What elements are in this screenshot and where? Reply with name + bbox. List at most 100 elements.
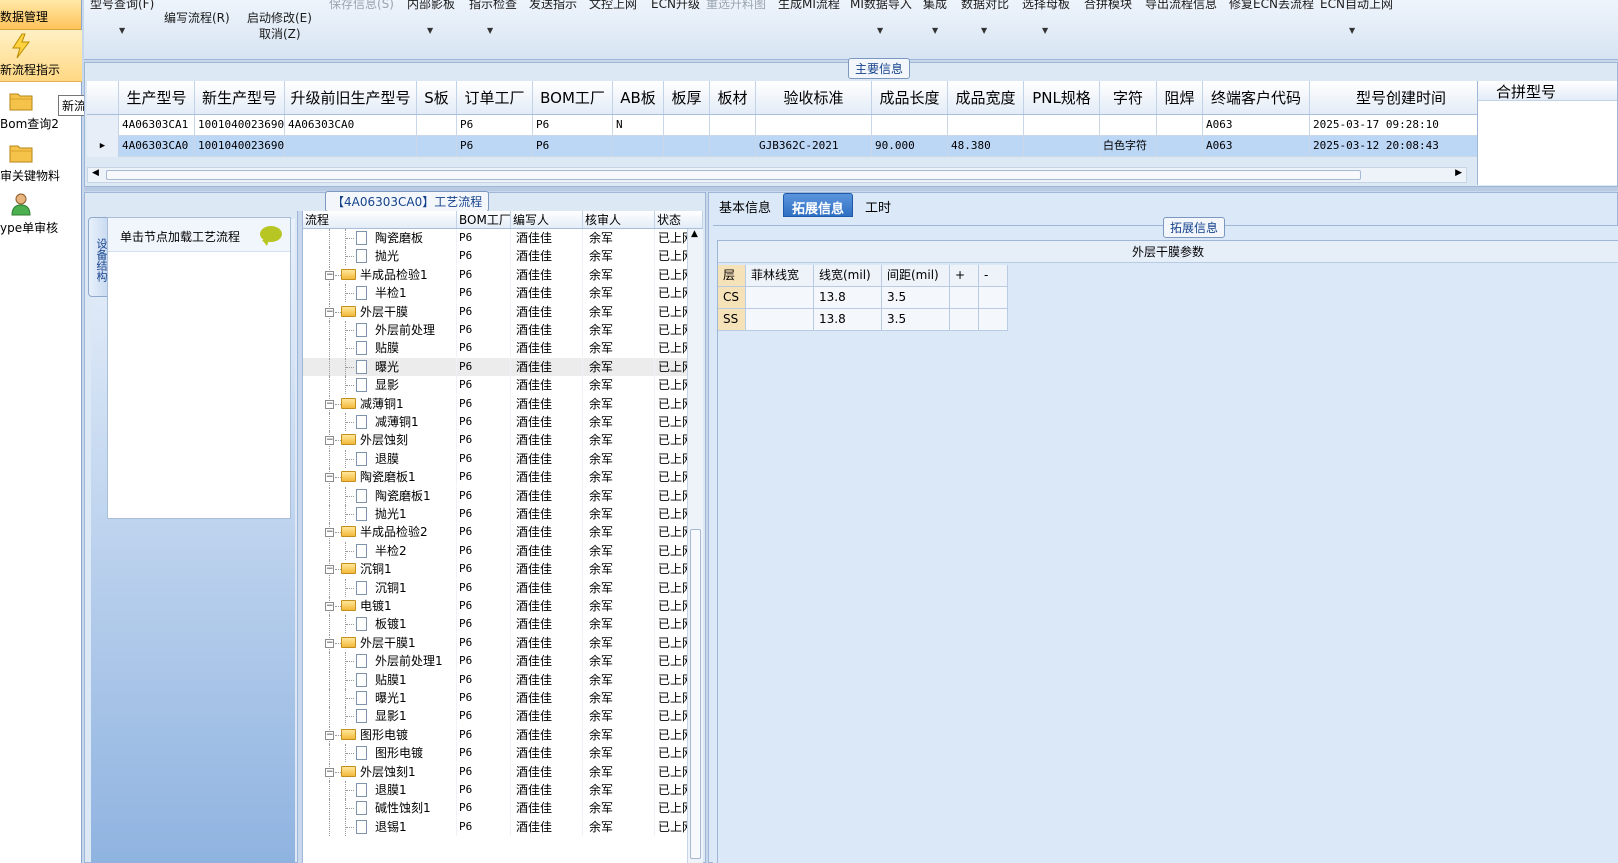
cell[interactable]: 酒佳佳 xyxy=(511,247,583,266)
tree-node[interactable]: − 电镀1 xyxy=(303,597,457,615)
current-row-indicator-icon[interactable]: ▶ xyxy=(87,136,119,157)
cell[interactable]: P6 xyxy=(457,523,511,542)
cell[interactable]: 余军 xyxy=(583,505,655,523)
cell[interactable]: 酒佳佳 xyxy=(511,762,583,781)
cell[interactable]: 酒佳佳 xyxy=(511,468,583,487)
cell[interactable]: 已上网 xyxy=(655,634,687,652)
cell[interactable]: 已上网 xyxy=(655,818,687,836)
cell[interactable]: 酒佳佳 xyxy=(511,284,583,303)
cell[interactable]: 酒佳佳 xyxy=(511,431,583,450)
tree-node[interactable]: − 半成品检验2 xyxy=(303,523,457,542)
cell[interactable]: 酒佳佳 xyxy=(511,652,583,671)
tree-node[interactable]: − 图形电镀 xyxy=(303,725,457,744)
cell[interactable]: 酒佳佳 xyxy=(511,744,583,763)
col-header[interactable]: 生产型号 xyxy=(119,81,195,114)
cell[interactable]: P6 xyxy=(457,744,511,763)
cell[interactable]: 10010400236908 xyxy=(195,115,285,136)
cell[interactable]: 13.8 xyxy=(814,287,882,309)
col-header[interactable]: 升级前旧生产型号 xyxy=(285,81,417,114)
cell[interactable]: 余军 xyxy=(583,468,655,487)
col-header[interactable]: PNL规格 xyxy=(1024,81,1100,114)
tree-row[interactable]: 外层前处理 P6酒佳佳余军已上网 xyxy=(303,321,687,339)
cell[interactable]: P6 xyxy=(457,413,511,431)
tree-node[interactable]: − 半成品检验1 xyxy=(303,265,457,284)
cell[interactable]: P6 xyxy=(457,265,511,284)
tree-node[interactable]: 半检2 xyxy=(303,541,457,560)
cell[interactable]: 已上网 xyxy=(655,358,687,376)
cell[interactable]: 已上网 xyxy=(655,339,687,357)
cell[interactable]: 酒佳佳 xyxy=(511,265,583,284)
data-compare-button[interactable]: 数据对比 xyxy=(961,0,1009,12)
cell[interactable] xyxy=(613,136,664,157)
tree-node[interactable]: 陶瓷磨板1 xyxy=(303,486,457,505)
tree-node[interactable]: 减薄铜1 xyxy=(303,413,457,431)
cell[interactable]: 已上网 xyxy=(655,689,687,707)
cell[interactable]: 酒佳佳 xyxy=(511,486,583,505)
horizontal-splitter[interactable] xyxy=(84,187,1618,191)
cell[interactable]: 已上网 xyxy=(655,560,687,578)
tree-node[interactable]: − 沉铜1 xyxy=(303,560,457,579)
tree-node[interactable]: 图形电镀 xyxy=(303,744,457,763)
cell[interactable]: 余军 xyxy=(583,597,655,615)
cell[interactable] xyxy=(979,287,1008,309)
cell[interactable]: P6 xyxy=(457,357,511,376)
send-instruction-button[interactable]: 发送指示 xyxy=(529,0,577,12)
tree-row[interactable]: 减薄铜1 P6酒佳佳余军已上网 xyxy=(303,413,687,431)
ecn-upgrade-button[interactable]: ECN升级 xyxy=(651,0,700,12)
cell[interactable]: 酒佳佳 xyxy=(511,578,583,597)
tree-node[interactable]: 碱性蚀刻1 xyxy=(303,799,457,818)
table-row-selected[interactable]: ▶ 4A06303CA0 10010400236908 P6 P6 GJB362… xyxy=(87,136,1493,157)
cell[interactable]: 90.000 xyxy=(872,136,948,157)
cell[interactable]: P6 xyxy=(457,633,511,652)
instruction-check-button[interactable]: 指示检查 xyxy=(469,0,517,12)
cell[interactable]: 余军 xyxy=(583,357,655,376)
tree-node[interactable]: 陶瓷磨板 xyxy=(303,229,457,247)
scroll-left-icon[interactable]: ◀ xyxy=(92,168,99,178)
cell[interactable]: 酒佳佳 xyxy=(511,302,583,321)
scroll-right-icon[interactable]: ▶ xyxy=(1455,168,1462,178)
cell[interactable]: 酒佳佳 xyxy=(511,615,583,634)
cell[interactable]: 4A06303CA0 xyxy=(119,136,195,157)
cell[interactable]: A063 xyxy=(1203,115,1310,136)
cell[interactable]: 已上网 xyxy=(655,413,687,431)
tab-extended-info[interactable]: 拓展信息 xyxy=(783,193,854,217)
col-header[interactable]: 状态 xyxy=(655,211,703,228)
cell[interactable] xyxy=(710,136,756,157)
cell[interactable]: 余军 xyxy=(583,560,655,579)
tree-node[interactable]: 曝光 xyxy=(303,357,457,376)
mi-data-import-button[interactable]: MI数据导入 xyxy=(850,0,912,12)
cell[interactable]: 已上网 xyxy=(655,707,687,725)
cell[interactable]: 已上网 xyxy=(655,763,687,781)
edit-flow-button[interactable]: 编写流程(R) xyxy=(164,9,230,26)
cell[interactable]: 余军 xyxy=(583,394,655,413)
cell[interactable]: 余军 xyxy=(583,781,655,799)
collapse-icon[interactable]: − xyxy=(325,436,334,446)
collapse-icon[interactable]: − xyxy=(325,565,334,575)
col-header[interactable]: 订单工厂 xyxy=(457,81,533,114)
start-modify-button[interactable]: 启动修改(E) xyxy=(247,9,312,26)
cell[interactable] xyxy=(417,115,457,136)
ecn-auto-online-button[interactable]: ECN自动上网 xyxy=(1320,0,1393,12)
cell[interactable]: 已上网 xyxy=(655,579,687,597)
reselect-material-button[interactable]: 重选升料图 xyxy=(706,0,766,12)
cell[interactable]: 已上网 xyxy=(655,597,687,615)
col-header[interactable]: 新生产型号 xyxy=(195,81,285,114)
cell[interactable]: P6 xyxy=(457,229,511,247)
cell[interactable]: 余军 xyxy=(583,247,655,266)
generate-mi-flow-button[interactable]: 生成MI流程 xyxy=(778,0,840,12)
tree-row[interactable]: 外层前处理1 P6酒佳佳余军已上网 xyxy=(303,652,687,671)
cell[interactable]: 余军 xyxy=(583,817,655,836)
cell[interactable]: 白色字符 xyxy=(1100,136,1157,157)
cell[interactable]: 酒佳佳 xyxy=(511,597,583,615)
cell[interactable]: P6 xyxy=(457,339,511,358)
tree-row[interactable]: − 外层蚀刻1 P6酒佳佳余军已上网 xyxy=(303,762,687,781)
col-header[interactable]: BOM工厂 xyxy=(457,211,511,228)
cell[interactable]: P6 xyxy=(457,302,511,321)
nav-item-key-material[interactable]: 审关键物料 xyxy=(0,136,82,188)
tab-work-hours[interactable]: 工时 xyxy=(857,193,899,217)
cell[interactable]: 酒佳佳 xyxy=(511,321,583,339)
cell[interactable] xyxy=(664,136,710,157)
cell[interactable]: P6 xyxy=(457,707,511,726)
tree-row[interactable]: 抛光 P6酒佳佳余军已上网 xyxy=(303,247,687,266)
tree-node[interactable]: 沉铜1 xyxy=(303,578,457,597)
